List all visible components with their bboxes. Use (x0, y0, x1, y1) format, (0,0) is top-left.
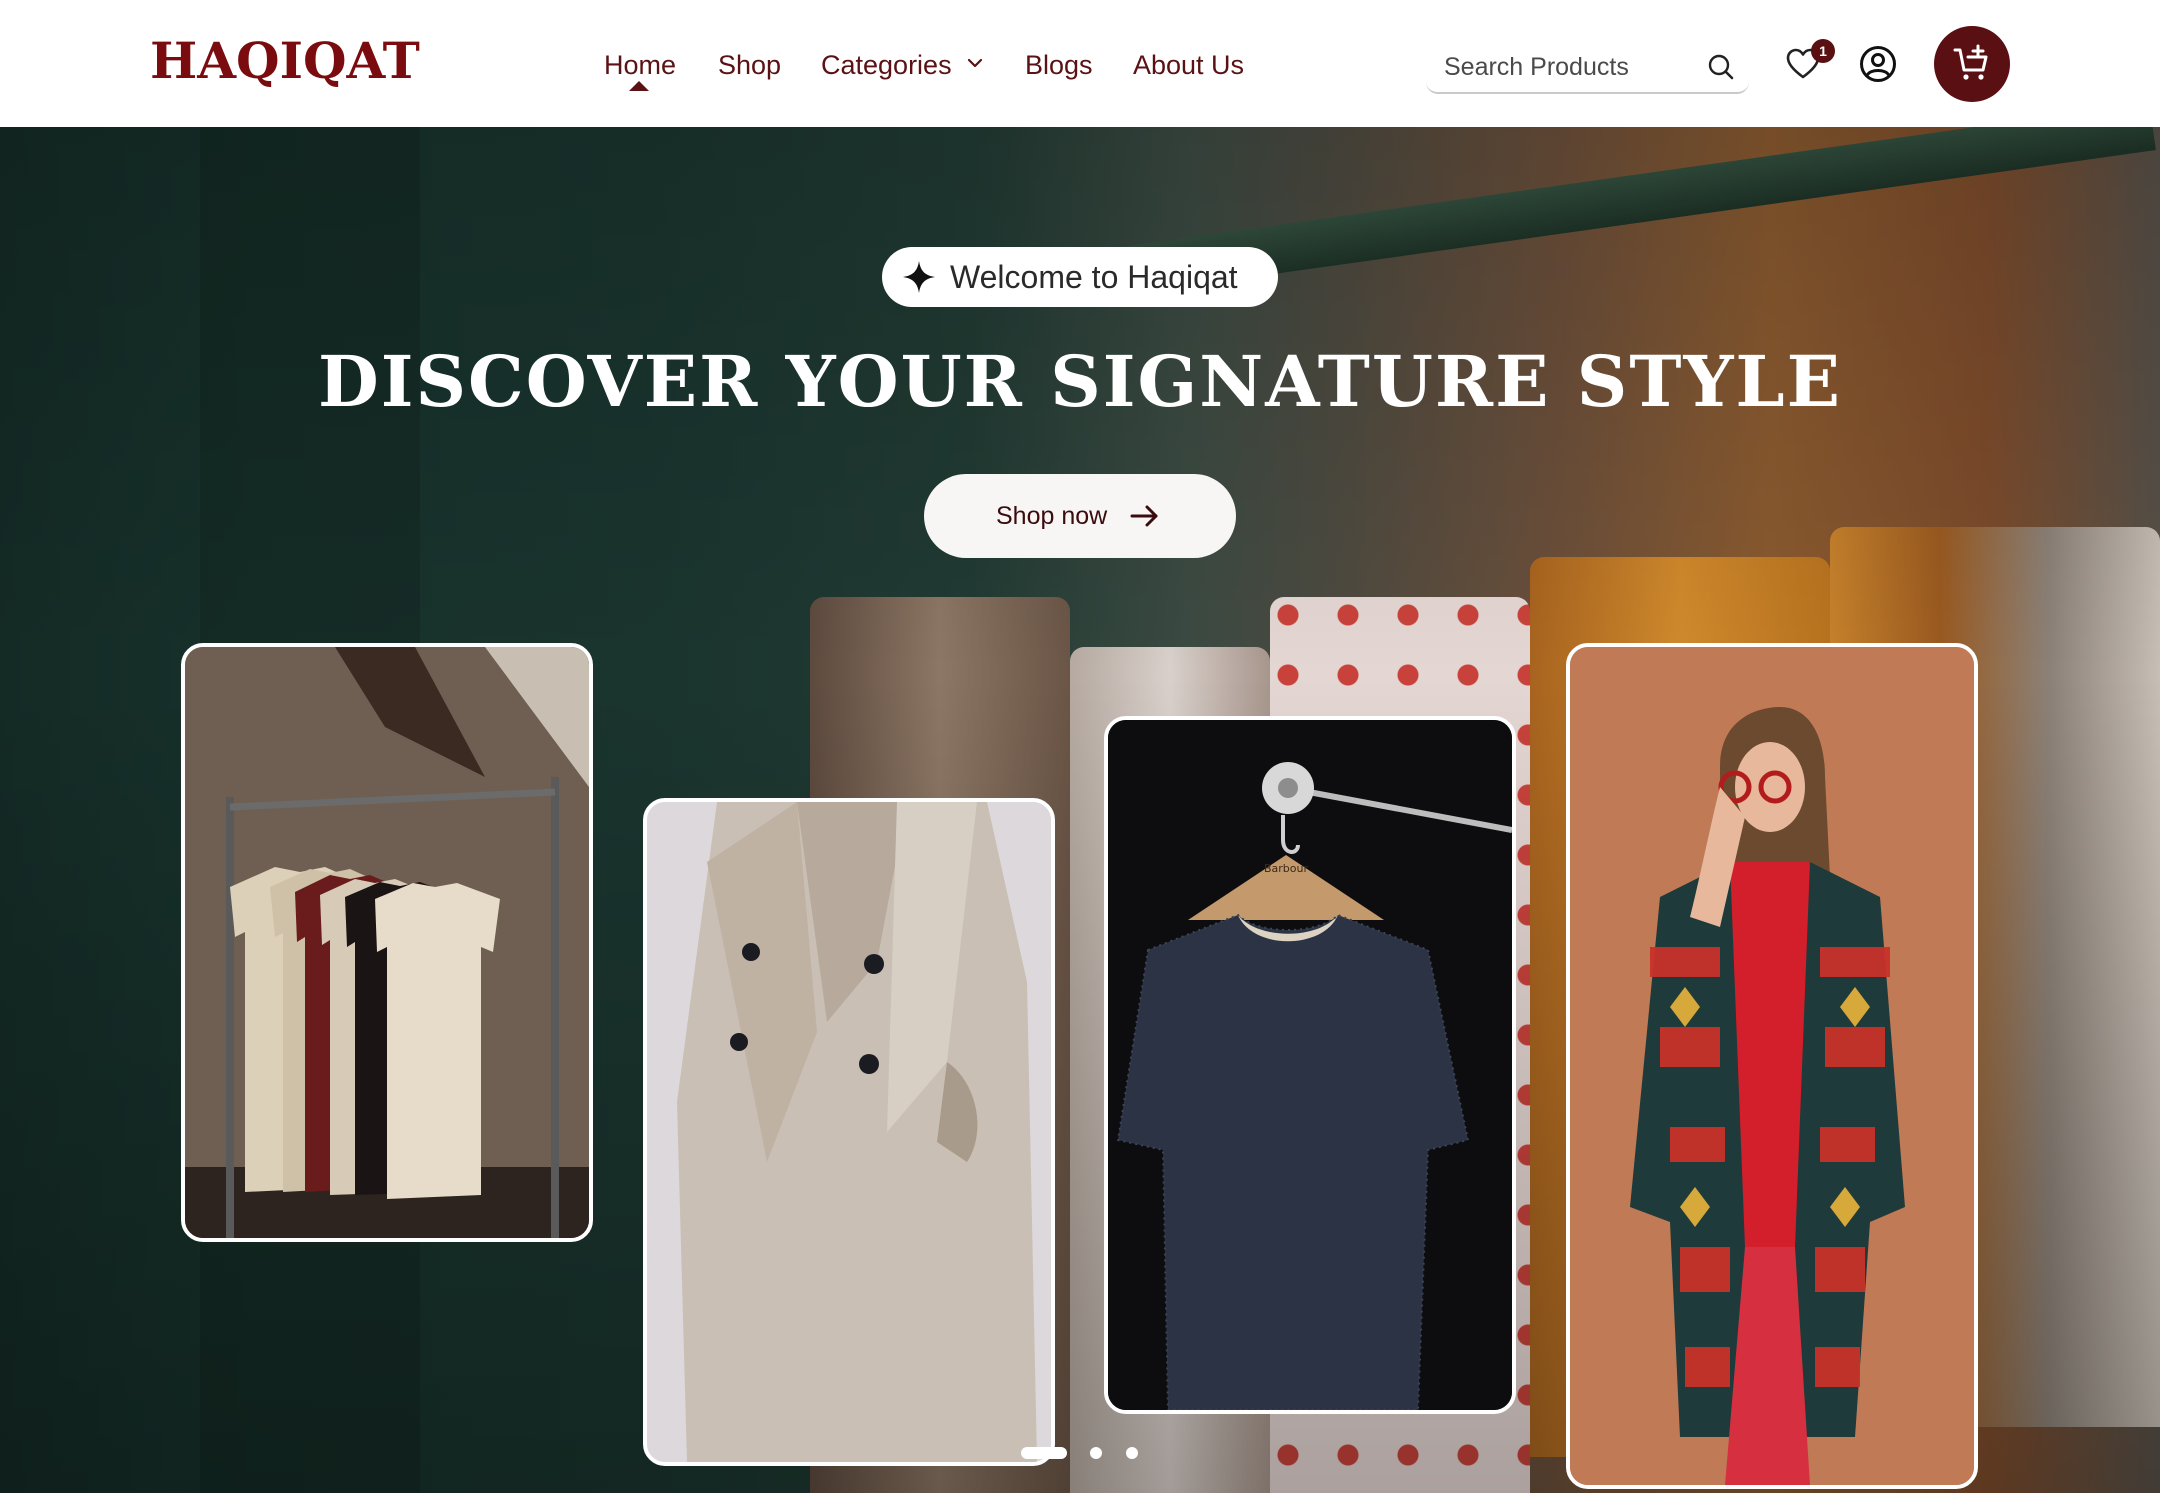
carousel-dot[interactable] (1126, 1447, 1138, 1459)
site-header: HAQIQAT Home Shop Categories Blogs About… (0, 0, 2160, 127)
main-nav: Home Shop Categories Blogs About Us (0, 46, 2160, 86)
active-nav-indicator (629, 81, 649, 91)
product-card-coat[interactable] (643, 798, 1055, 1466)
product-card-tshirts[interactable] (181, 643, 593, 1242)
carousel-dot[interactable] (1090, 1447, 1102, 1459)
beige-coat-photo (647, 802, 1051, 1462)
welcome-text: Welcome to Haqiqat (950, 259, 1238, 295)
product-card-cardigan[interactable] (1566, 643, 1978, 1489)
shop-now-button[interactable]: Shop now (924, 474, 1236, 558)
wishlist-count-badge: 1 (1811, 39, 1835, 63)
cart-add-icon (1953, 44, 1988, 80)
cart-button[interactable] (1934, 26, 2010, 102)
shop-now-label: Shop now (996, 502, 1108, 530)
hero-banner: Welcome to Haqiqat DISCOVER YOUR SIGNATU… (0, 127, 2160, 1493)
sparkle-icon (903, 261, 935, 293)
nav-blogs[interactable]: Blogs (1025, 46, 1093, 84)
carousel-dot-active[interactable] (1021, 1447, 1067, 1459)
nav-shop[interactable]: Shop (718, 46, 781, 84)
nav-about-us[interactable]: About Us (1133, 46, 1244, 84)
welcome-badge: Welcome to Haqiqat (882, 247, 1278, 307)
navy-sweater-on-hanger-photo: Barbour (1108, 720, 1512, 1410)
chevron-down-icon[interactable] (966, 54, 984, 72)
woman-patterned-cardigan-photo (1570, 647, 1974, 1485)
search-input[interactable] (1444, 50, 1684, 84)
nav-categories[interactable]: Categories (821, 46, 952, 84)
hanger-brand-text: Barbour (1264, 862, 1308, 875)
carousel-indicators (0, 1442, 2160, 1462)
product-card-sweater[interactable]: Barbour (1104, 716, 1516, 1414)
user-icon[interactable] (1859, 45, 1897, 83)
arrow-right-icon (1130, 505, 1158, 527)
hero-headline: DISCOVER YOUR SIGNATURE STYLE (318, 340, 1842, 423)
t-shirts-on-rack-photo (185, 647, 589, 1238)
nav-home[interactable]: Home (604, 46, 676, 84)
search-bar (1426, 40, 1749, 94)
search-icon[interactable] (1707, 53, 1735, 81)
